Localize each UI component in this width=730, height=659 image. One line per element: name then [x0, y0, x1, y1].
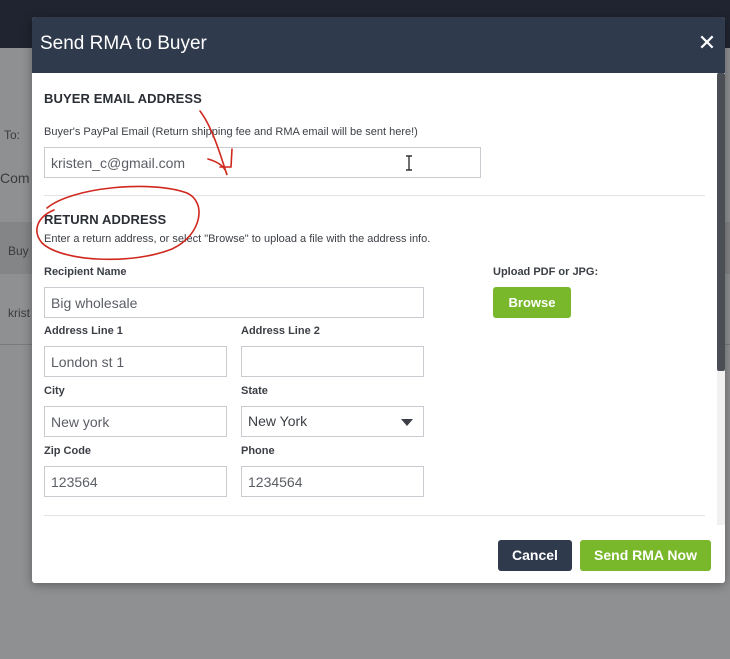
recipient-name-label: Recipient Name: [44, 266, 127, 278]
close-icon[interactable]: ✕: [697, 31, 717, 55]
address-line-2-label: Address Line 2: [241, 325, 320, 337]
background-to-label: To:: [4, 128, 21, 142]
address-line-2-input[interactable]: [241, 346, 424, 377]
address-line-1-input[interactable]: [44, 346, 227, 377]
section-divider: [44, 195, 705, 196]
recipient-name-input[interactable]: [44, 287, 424, 318]
modal-body: BUYER EMAIL ADDRESS Buyer's PayPal Email…: [32, 73, 725, 533]
zip-code-label: Zip Code: [44, 445, 92, 457]
cancel-button[interactable]: Cancel: [498, 540, 572, 571]
text-cursor-icon: [406, 155, 412, 171]
modal-header: Send RMA to Buyer ✕: [32, 17, 725, 73]
upload-label: Upload PDF or JPG:: [493, 266, 599, 278]
buyer-email-input[interactable]: [44, 147, 481, 178]
state-label: State: [241, 385, 268, 397]
caret-down-icon: [401, 419, 413, 426]
city-input[interactable]: [44, 406, 227, 437]
state-select-value: New York: [248, 413, 308, 429]
background-buy-label: Buy: [8, 244, 29, 258]
section-divider-bottom: [44, 515, 705, 516]
browse-button[interactable]: Browse: [493, 287, 571, 318]
buyer-email-field-label: Buyer's PayPal Email (Return shipping fe…: [44, 126, 418, 138]
address-line-1-label: Address Line 1: [44, 325, 123, 337]
return-address-section-title: RETURN ADDRESS: [44, 212, 167, 227]
background-com-label: Com: [0, 170, 30, 186]
return-address-help-text: Enter a return address, or select "Brows…: [44, 233, 431, 245]
send-rma-modal: Send RMA to Buyer ✕ BUYER EMAIL ADDRESS …: [32, 17, 725, 583]
phone-label: Phone: [241, 445, 275, 457]
background-krist-label: krist: [8, 306, 30, 320]
city-label: City: [44, 385, 65, 397]
buyer-email-section-title: BUYER EMAIL ADDRESS: [44, 91, 202, 106]
modal-title: Send RMA to Buyer: [40, 33, 207, 54]
send-rma-now-button[interactable]: Send RMA Now: [580, 540, 711, 571]
state-select[interactable]: New York: [241, 406, 424, 437]
zip-code-input[interactable]: [44, 466, 227, 497]
scrollbar-thumb[interactable]: [717, 73, 725, 371]
phone-input[interactable]: [241, 466, 424, 497]
